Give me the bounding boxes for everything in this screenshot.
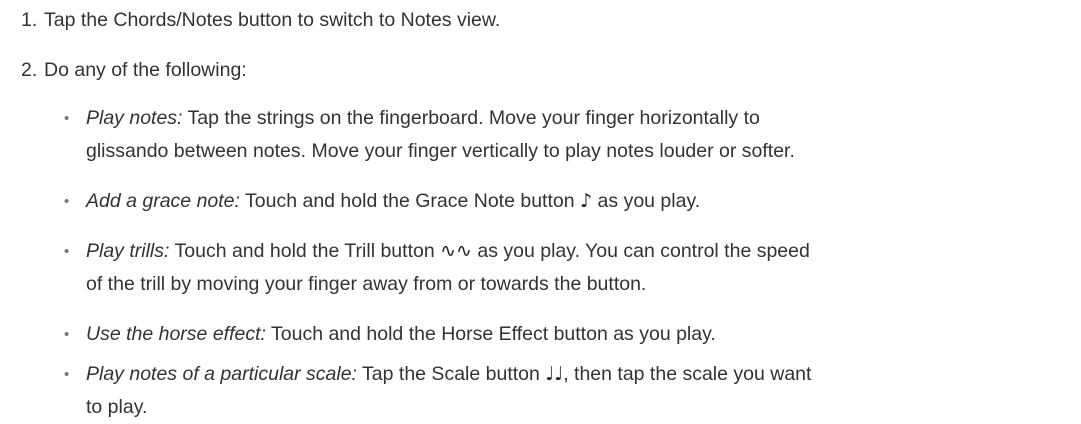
step-number: 1. <box>21 9 38 31</box>
bullet-text-after-icon: , then tap the scale you want <box>563 363 812 385</box>
step-1: 1. Tap the Chords/Notes button to switch … <box>0 4 500 37</box>
bullet-text: Touch and hold the Trill button <box>169 240 441 262</box>
bullet-body: Use the horse effect: Touch and hold the… <box>86 318 1071 351</box>
bullet-body: Play notes of a particular scale: Tap th… <box>86 358 1071 424</box>
bullet-dot: • <box>64 326 70 343</box>
bullet-dot: • <box>64 243 70 260</box>
bullet-dot: • <box>64 110 70 127</box>
bullet-text-after-icon: as you play. You can control the speed <box>471 240 810 262</box>
bullet-text-continued: to play. <box>86 396 148 418</box>
step-2: 2. Do any of the following: <box>0 54 247 87</box>
bullet-body: Play trills: Touch and hold the Trill bu… <box>86 235 1071 301</box>
step-number: 2. <box>21 59 38 81</box>
bullet-term: Play notes: <box>86 107 183 129</box>
bullet-text-continued: of the trill by moving your finger away … <box>86 273 647 295</box>
grace-note-icon: ♪ <box>580 190 593 212</box>
bullet-term: Use the horse effect: <box>86 323 266 345</box>
bullet-body: Add a grace note: Touch and hold the Gra… <box>86 185 1071 218</box>
bullet-term: Play trills: <box>86 240 170 262</box>
bullet-text: Tap the Scale button <box>356 363 546 385</box>
bullet-text-continued: glissando between notes. Move your finge… <box>86 140 795 162</box>
bullet-text: Touch and hold the Grace Note button <box>239 190 580 212</box>
step-text: Do any of the following: <box>44 59 247 81</box>
step-text: Tap the Chords/Notes button to switch to… <box>44 9 501 31</box>
bullet-text-after-icon: as you play. <box>592 190 701 212</box>
trill-icon: ∿∿ <box>440 240 472 262</box>
bullet-dot: • <box>64 366 70 383</box>
bullet-text: Tap the strings on the fingerboard. Move… <box>182 107 760 129</box>
bullet-term: Play notes of a particular scale: <box>86 363 357 385</box>
bullet-body: Play notes: Tap the strings on the finge… <box>86 102 1071 168</box>
bullet-dot: • <box>64 193 70 210</box>
bullet-text: Touch and hold the Horse Effect button a… <box>265 323 716 345</box>
bullet-term: Add a grace note: <box>86 190 240 212</box>
scale-icon: ♩♩ <box>545 363 564 385</box>
